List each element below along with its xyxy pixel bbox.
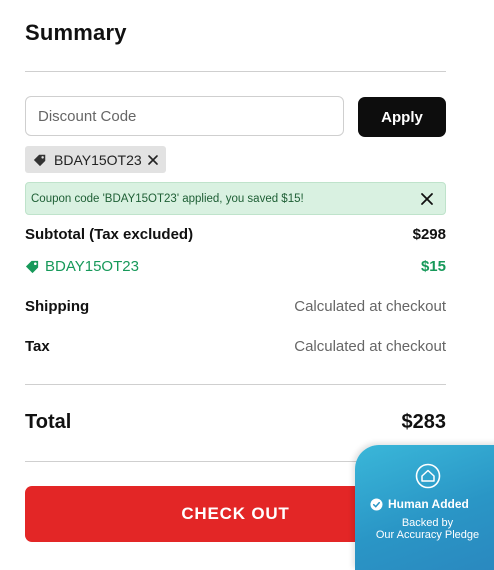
total-value: $283 [401, 411, 447, 433]
total-row: Total $283 [25, 411, 446, 434]
tax-value: Calculated at checkout [294, 338, 446, 355]
total-label: Total [25, 411, 72, 433]
applied-coupon-chip: BDAY15OT23 [25, 146, 166, 173]
close-icon[interactable] [146, 153, 160, 167]
badge-line-2: Our Accuracy Pledge [375, 529, 480, 541]
tag-icon [33, 153, 47, 167]
discount-row: BDAY15OT23 $15 [25, 258, 446, 275]
subtotal-row: Subtotal (Tax excluded) $298 [25, 226, 446, 243]
shield-check-icon [415, 463, 441, 489]
subtotal-label: Subtotal (Tax excluded) [25, 226, 194, 243]
discount-code-input[interactable] [25, 96, 344, 136]
summary-title: Summary [25, 20, 127, 45]
badge-line-1: Backed by [401, 517, 454, 529]
accuracy-pledge-badge[interactable]: Human Added Backed by Our Accuracy Pledg… [355, 445, 494, 570]
check-circle-icon [370, 497, 383, 511]
tax-label: Tax [25, 338, 50, 355]
shipping-value: Calculated at checkout [294, 298, 446, 315]
coupon-success-banner: Coupon code 'BDAY15OT23' applied, you sa… [25, 182, 446, 215]
close-icon[interactable] [419, 191, 435, 207]
subtotal-value: $298 [412, 226, 446, 243]
divider [25, 71, 446, 72]
tax-row: Tax Calculated at checkout [25, 338, 446, 355]
tag-icon [25, 259, 40, 274]
shipping-row: Shipping Calculated at checkout [25, 298, 446, 315]
badge-title: Human Added [388, 497, 469, 511]
coupon-success-message: Coupon code 'BDAY15OT23' applied, you sa… [31, 192, 304, 205]
divider [25, 384, 446, 385]
discount-value: $15 [420, 258, 446, 275]
coupon-code-label: BDAY15OT23 [54, 151, 142, 168]
apply-button[interactable]: Apply [358, 97, 446, 137]
discount-code-label: BDAY15OT23 [45, 258, 139, 275]
shipping-label: Shipping [25, 298, 90, 315]
